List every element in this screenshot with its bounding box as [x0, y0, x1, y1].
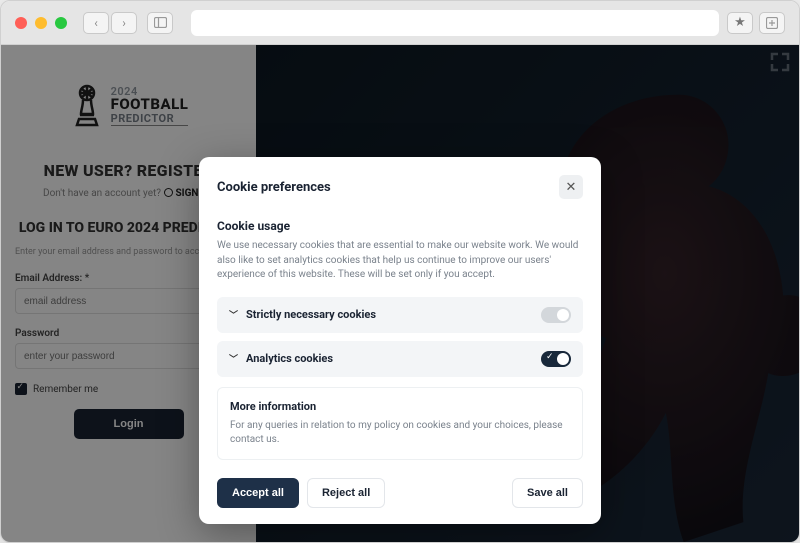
category-necessary-label: Strictly necessary cookies: [246, 308, 376, 321]
category-necessary[interactable]: ﹀ Strictly necessary cookies: [217, 297, 583, 333]
cookie-modal: Cookie preferences ✕ Cookie usage We use…: [199, 157, 601, 524]
chevron-down-icon: ﹀: [229, 308, 238, 321]
browser-window: ‹ › ★: [0, 0, 800, 543]
chevron-down-icon: ﹀: [229, 352, 238, 365]
save-all-button[interactable]: Save all: [512, 478, 583, 508]
toggle-analytics[interactable]: [541, 351, 571, 367]
minimize-window-icon[interactable]: [35, 17, 47, 29]
category-analytics-label: Analytics cookies: [246, 352, 333, 365]
more-info-box: More information For any queries in rela…: [217, 387, 583, 460]
toggle-necessary: [541, 307, 571, 323]
modal-title: Cookie preferences: [217, 180, 331, 195]
sidebar-toggle-button[interactable]: [147, 12, 173, 34]
window-controls: [15, 17, 67, 29]
more-info-desc: For any queries in relation to my policy…: [230, 419, 570, 447]
viewport: 2024 FOOTBALL PREDICTOR NEW USER? REGIST…: [1, 45, 799, 542]
close-window-icon[interactable]: [15, 17, 27, 29]
usage-title: Cookie usage: [217, 219, 583, 233]
nav-buttons: ‹ ›: [83, 12, 137, 34]
browser-titlebar: ‹ › ★: [1, 1, 799, 45]
more-info-title: More information: [230, 400, 570, 413]
bookmark-button[interactable]: ★: [727, 12, 753, 34]
reject-all-button[interactable]: Reject all: [307, 478, 385, 508]
category-analytics[interactable]: ﹀ Analytics cookies: [217, 341, 583, 377]
new-tab-button[interactable]: [759, 12, 785, 34]
forward-button[interactable]: ›: [111, 12, 137, 34]
close-icon: ✕: [566, 180, 577, 195]
usage-desc: We use necessary cookies that are essent…: [217, 239, 583, 283]
close-button[interactable]: ✕: [559, 175, 583, 199]
url-bar[interactable]: [191, 10, 719, 36]
accept-all-button[interactable]: Accept all: [217, 478, 299, 508]
maximize-window-icon[interactable]: [55, 17, 67, 29]
modal-actions: Accept all Reject all Save all: [217, 478, 583, 508]
back-button[interactable]: ‹: [83, 12, 109, 34]
